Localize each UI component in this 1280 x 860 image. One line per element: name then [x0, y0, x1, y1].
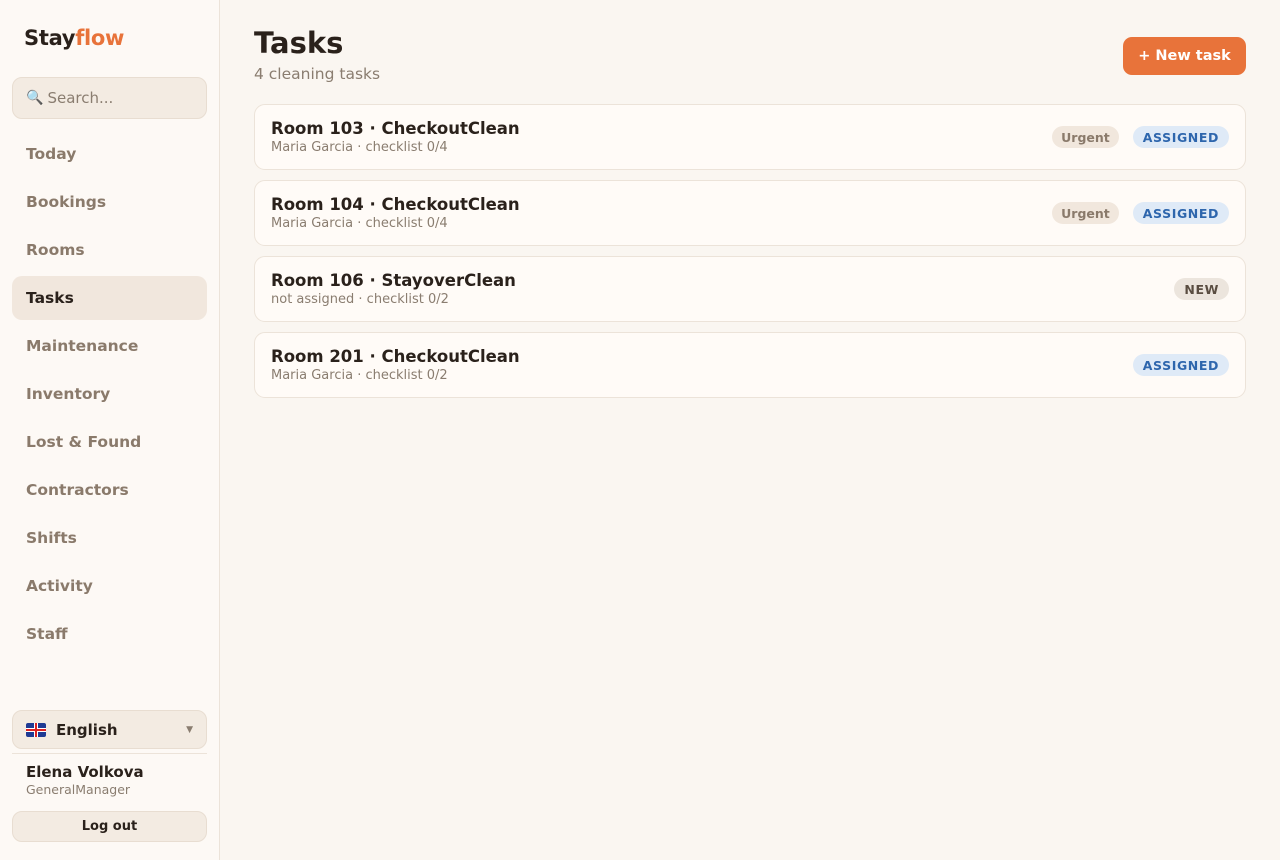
task-badges: Urgent ASSIGNED: [1038, 126, 1229, 148]
task-badges: Urgent ASSIGNED: [1038, 202, 1229, 224]
status-badge: NEW: [1174, 278, 1229, 300]
sidebar-item-shifts[interactable]: Shifts: [12, 516, 207, 560]
task-title: Room 103 · CheckoutClean: [271, 119, 520, 138]
priority-badge: Urgent: [1052, 202, 1119, 224]
language-select[interactable]: English ▼: [12, 710, 207, 749]
sidebar: Stayflow 🔍 Search... Today Bookings Room…: [0, 0, 220, 860]
task-meta: not assigned · checklist 0/2: [271, 292, 449, 307]
user-name: Elena Volkova: [26, 763, 144, 781]
app-logo[interactable]: Stayflow: [24, 26, 124, 50]
user-role: GeneralManager: [26, 782, 131, 797]
task-card[interactable]: Room 103 · CheckoutClean Maria Garcia · …: [254, 104, 1246, 170]
sidebar-item-label: Staff: [26, 625, 68, 643]
page-title: Tasks: [254, 26, 344, 60]
sidebar-item-label: Contractors: [26, 481, 129, 499]
sidebar-item-inventory[interactable]: Inventory: [12, 372, 207, 416]
logo-main: Stay: [24, 26, 76, 50]
chevron-down-icon: ▼: [186, 724, 193, 735]
search-placeholder: Search...: [47, 89, 114, 107]
sidebar-item-label: Tasks: [26, 289, 74, 307]
task-title: Room 104 · CheckoutClean: [271, 195, 520, 214]
sidebar-item-contractors[interactable]: Contractors: [12, 468, 207, 512]
new-task-button[interactable]: + New task: [1123, 37, 1246, 75]
page-subtitle: 4 cleaning tasks: [254, 65, 381, 83]
sidebar-item-label: Inventory: [26, 385, 111, 403]
status-badge: ASSIGNED: [1132, 354, 1229, 376]
sidebar-item-label: Today: [26, 145, 77, 163]
priority-badge: Urgent: [1052, 126, 1119, 148]
status-badge: ASSIGNED: [1132, 202, 1229, 224]
task-meta: Maria Garcia · checklist 0/4: [271, 216, 448, 231]
divider: [12, 753, 207, 754]
language-label: English: [56, 720, 118, 739]
task-title: Room 201 · CheckoutClean: [271, 347, 520, 366]
sidebar-item-lost-found[interactable]: Lost & Found: [12, 420, 207, 464]
sidebar-item-rooms[interactable]: Rooms: [12, 228, 207, 272]
sidebar-item-maintenance[interactable]: Maintenance: [12, 324, 207, 368]
sidebar-item-label: Activity: [26, 577, 93, 595]
task-meta: Maria Garcia · checklist 0/2: [271, 368, 448, 383]
sidebar-item-label: Bookings: [26, 193, 107, 211]
task-badges: NEW: [1160, 278, 1229, 300]
task-title: Room 106 · StayoverClean: [271, 271, 516, 290]
status-badge: ASSIGNED: [1132, 126, 1229, 148]
sidebar-nav: Today Bookings Rooms Tasks Maintenance I…: [12, 132, 207, 660]
sidebar-item-activity[interactable]: Activity: [12, 564, 207, 608]
sidebar-item-label: Rooms: [26, 241, 85, 259]
sidebar-item-today[interactable]: Today: [12, 132, 207, 176]
uk-flag-icon: [26, 722, 46, 737]
task-meta: Maria Garcia · checklist 0/4: [271, 140, 448, 155]
sidebar-item-label: Lost & Found: [26, 433, 142, 451]
sidebar-item-tasks[interactable]: Tasks: [12, 276, 207, 320]
task-card[interactable]: Room 106 · StayoverClean not assigned · …: [254, 256, 1246, 322]
logout-button[interactable]: Log out: [12, 811, 207, 842]
task-card[interactable]: Room 201 · CheckoutClean Maria Garcia · …: [254, 332, 1246, 398]
sidebar-item-label: Shifts: [26, 529, 77, 547]
search-input[interactable]: 🔍 Search...: [12, 77, 207, 119]
logo-accent: flow: [75, 26, 125, 50]
sidebar-item-bookings[interactable]: Bookings: [12, 180, 207, 224]
task-card[interactable]: Room 104 · CheckoutClean Maria Garcia · …: [254, 180, 1246, 246]
sidebar-item-label: Maintenance: [26, 337, 139, 355]
search-icon: 🔍: [26, 90, 44, 106]
sidebar-item-staff[interactable]: Staff: [12, 612, 207, 656]
task-badges: ASSIGNED: [1119, 354, 1229, 376]
task-list: Room 103 · CheckoutClean Maria Garcia · …: [254, 104, 1246, 408]
